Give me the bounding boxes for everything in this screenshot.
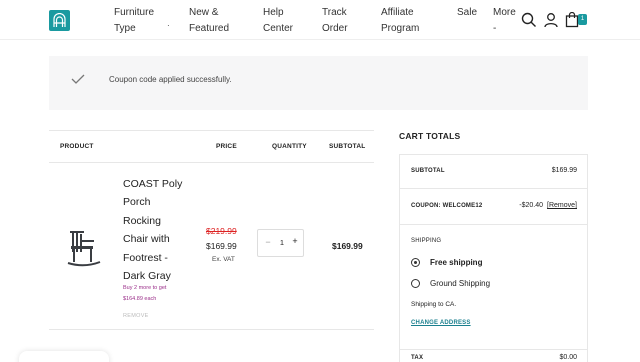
free-shipping-radio[interactable] <box>411 258 420 267</box>
header-subtotal: SUBTOTAL <box>329 143 366 150</box>
nav-furniture-type[interactable]: Furniture Type <box>114 5 154 37</box>
nav-affiliate-program[interactable]: Affiliate Program <box>381 5 419 37</box>
cart-totals-panel: SUBTOTAL $169.99 COUPON: WELCOME12 -$20.… <box>399 154 588 362</box>
quantity-value[interactable]: 1 <box>277 238 287 247</box>
nav-track-order[interactable]: Track Order <box>322 5 348 37</box>
coupon-discount: -$20.40 <box>519 202 544 209</box>
checkmark-icon <box>71 74 85 84</box>
product-thumbnail[interactable] <box>66 228 102 273</box>
vat-note: Ex. VAT <box>212 256 235 263</box>
cart-table-header: PRODUCT PRICE QUANTITY SUBTOTAL <box>49 130 374 163</box>
product-name[interactable]: COAST Poly Porch Rocking Chair with Foot… <box>123 175 188 285</box>
subtotal-label: SUBTOTAL <box>411 168 445 174</box>
subtotal-row: SUBTOTAL $169.99 <box>400 155 587 189</box>
quantity-stepper: − 1 + <box>257 229 304 257</box>
header-price: PRICE <box>216 143 237 150</box>
logo-mark-icon <box>53 13 66 27</box>
nav-sale[interactable]: Sale <box>457 5 477 21</box>
increase-quantity-button[interactable]: + <box>290 236 300 246</box>
nav-separator: · <box>167 21 170 30</box>
shipping-label: SHIPPING <box>411 238 442 244</box>
nav-more[interactable]: More - <box>493 5 516 37</box>
coupon-success-notice: Coupon code applied successfully. <box>49 56 588 110</box>
coupon-value-group: -$20.40 [Remove] <box>519 202 577 209</box>
remove-item-link[interactable]: REMOVE <box>123 313 149 319</box>
header-quantity: QUANTITY <box>272 143 307 150</box>
header-product: PRODUCT <box>60 143 94 150</box>
cart-item-row: COAST Poly Porch Rocking Chair with Foot… <box>49 163 374 330</box>
nav-new-featured[interactable]: New & Featured <box>189 5 229 37</box>
original-price: $219.99 <box>206 226 237 236</box>
nav-help-center[interactable]: Help Center <box>263 5 293 37</box>
remove-coupon-link[interactable]: [Remove] <box>547 202 577 209</box>
cart-count-badge: 1 <box>578 14 587 25</box>
ground-shipping-radio[interactable] <box>411 279 420 288</box>
free-shipping-label[interactable]: Free shipping <box>430 258 482 267</box>
search-icon[interactable] <box>521 12 537 28</box>
cart-totals-title: CART TOTALS <box>399 131 461 141</box>
item-subtotal: $169.99 <box>332 241 363 251</box>
coupon-row: COUPON: WELCOME12 -$20.40 [Remove] <box>400 189 587 225</box>
sale-price: $169.99 <box>206 241 237 251</box>
account-icon[interactable] <box>543 12 559 28</box>
tax-label: TAX <box>411 355 424 361</box>
subtotal-value: $169.99 <box>551 167 577 174</box>
notice-message: Coupon code applied successfully. <box>109 75 232 84</box>
site-header: Furniture Type · New & Featured Help Cen… <box>0 0 640 40</box>
floating-widget[interactable] <box>19 351 109 362</box>
shipping-destination: Shipping to CA. <box>411 301 457 308</box>
tax-value: $0.00 <box>559 354 577 361</box>
bulk-promo-text: Buy 2 more to get $164.89 each <box>123 285 167 302</box>
shipping-section: SHIPPING Free shipping Ground Shipping S… <box>400 225 587 350</box>
coupon-label: COUPON: WELCOME12 <box>411 203 483 209</box>
decrease-quantity-button[interactable]: − <box>263 237 273 247</box>
logo[interactable] <box>49 10 70 31</box>
change-address-link[interactable]: CHANGE ADDRESS <box>411 320 471 326</box>
ground-shipping-label[interactable]: Ground Shipping <box>430 279 490 288</box>
